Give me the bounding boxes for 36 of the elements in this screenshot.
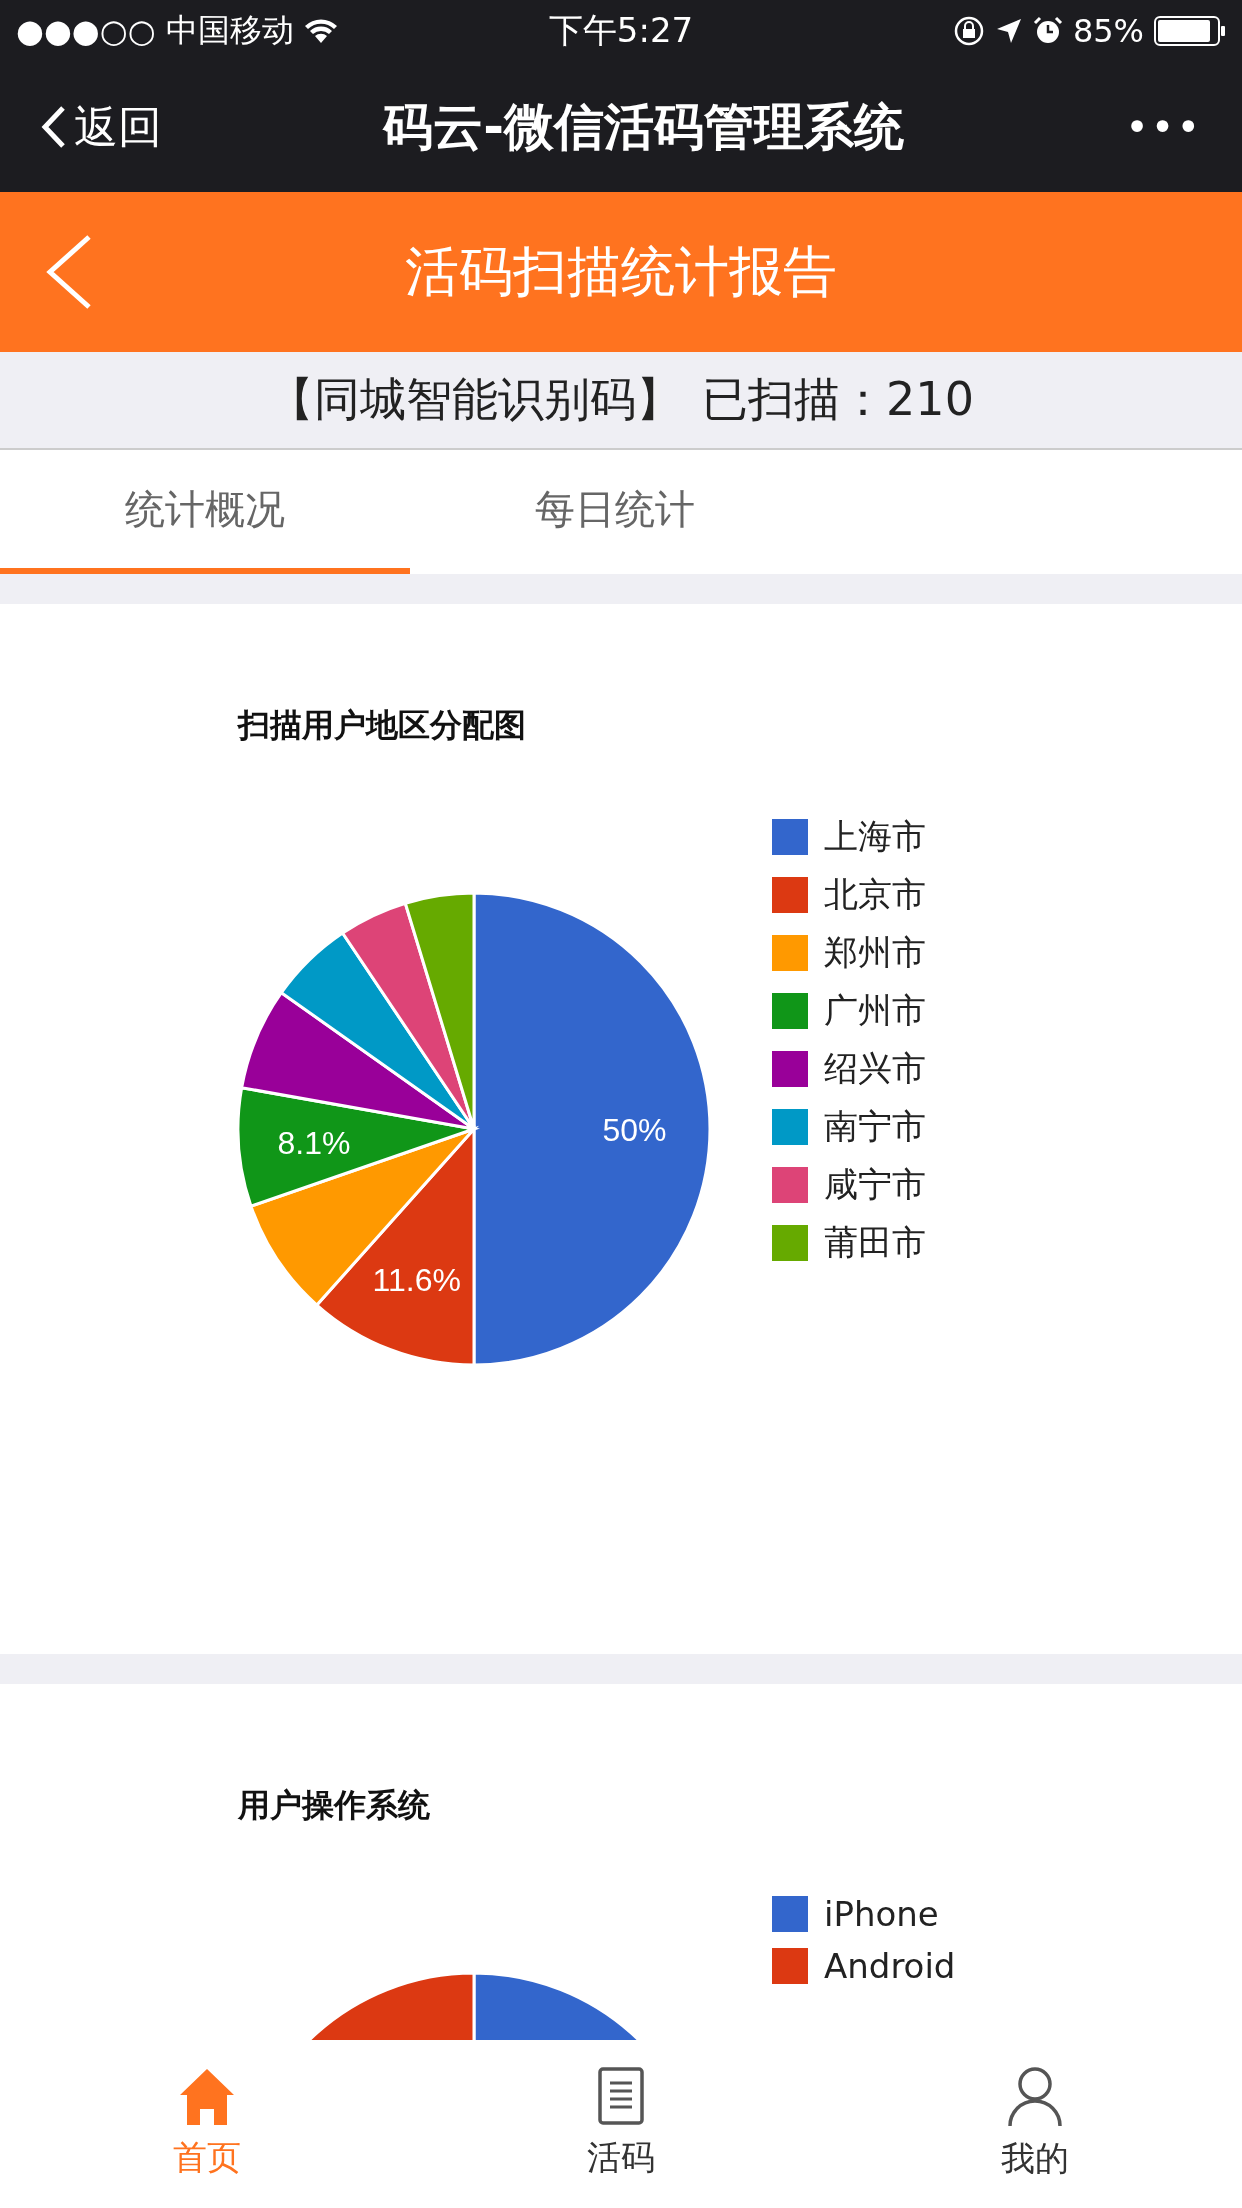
document-icon (598, 2067, 644, 2125)
chart-title: 扫描用户地区分配图 (238, 705, 527, 746)
legend-label: 广州市 (824, 989, 926, 1032)
person-icon (1007, 2066, 1063, 2126)
wifi-icon (303, 18, 338, 44)
signal-strength: ●●●○○ (16, 12, 156, 50)
legend-label: iPhone (824, 1894, 939, 1934)
battery-icon (1154, 16, 1226, 46)
legend-label: 绍兴市 (824, 1047, 926, 1090)
tab[interactable]: 统计概况 (0, 450, 410, 574)
slice-label: 11.6% (372, 1261, 461, 1298)
more-button[interactable]: ••• (1125, 104, 1202, 150)
legend-label: 上海市 (824, 815, 926, 858)
rotation-lock-icon (952, 15, 985, 47)
carrier-name: 中国移动 (165, 10, 294, 51)
page-title: 活码扫描统计报告 (405, 238, 837, 305)
code-name: 【同城智能识别码】 (268, 371, 683, 428)
legend-label: 咸宁市 (824, 1163, 926, 1206)
alarm-clock-icon (1032, 16, 1063, 46)
chevron-left-icon (40, 105, 66, 149)
legend-label: 莆田市 (824, 1221, 926, 1264)
legend-label: 北京市 (824, 873, 926, 916)
nav-item[interactable]: 活码 (414, 2040, 828, 2208)
scan-count: 已扫描：210 (702, 371, 974, 428)
chart-title: 用户操作系统 (238, 1785, 431, 1826)
window-title: 码云-微信活码管理系统 (383, 96, 904, 158)
back-button[interactable]: 返回 (40, 97, 162, 157)
home-icon (178, 2067, 236, 2125)
battery-percent: 85% (1072, 12, 1144, 50)
legend-label: 南宁市 (824, 1105, 926, 1148)
nav-item[interactable]: 我的 (828, 2040, 1242, 2208)
legend-label: 郑州市 (824, 931, 926, 974)
status-time: 下午5:27 (548, 9, 694, 52)
legend-label: Android (824, 1946, 956, 1986)
tab[interactable]: 每日统计 (410, 450, 820, 574)
slice-label: 50% (602, 1112, 667, 1148)
